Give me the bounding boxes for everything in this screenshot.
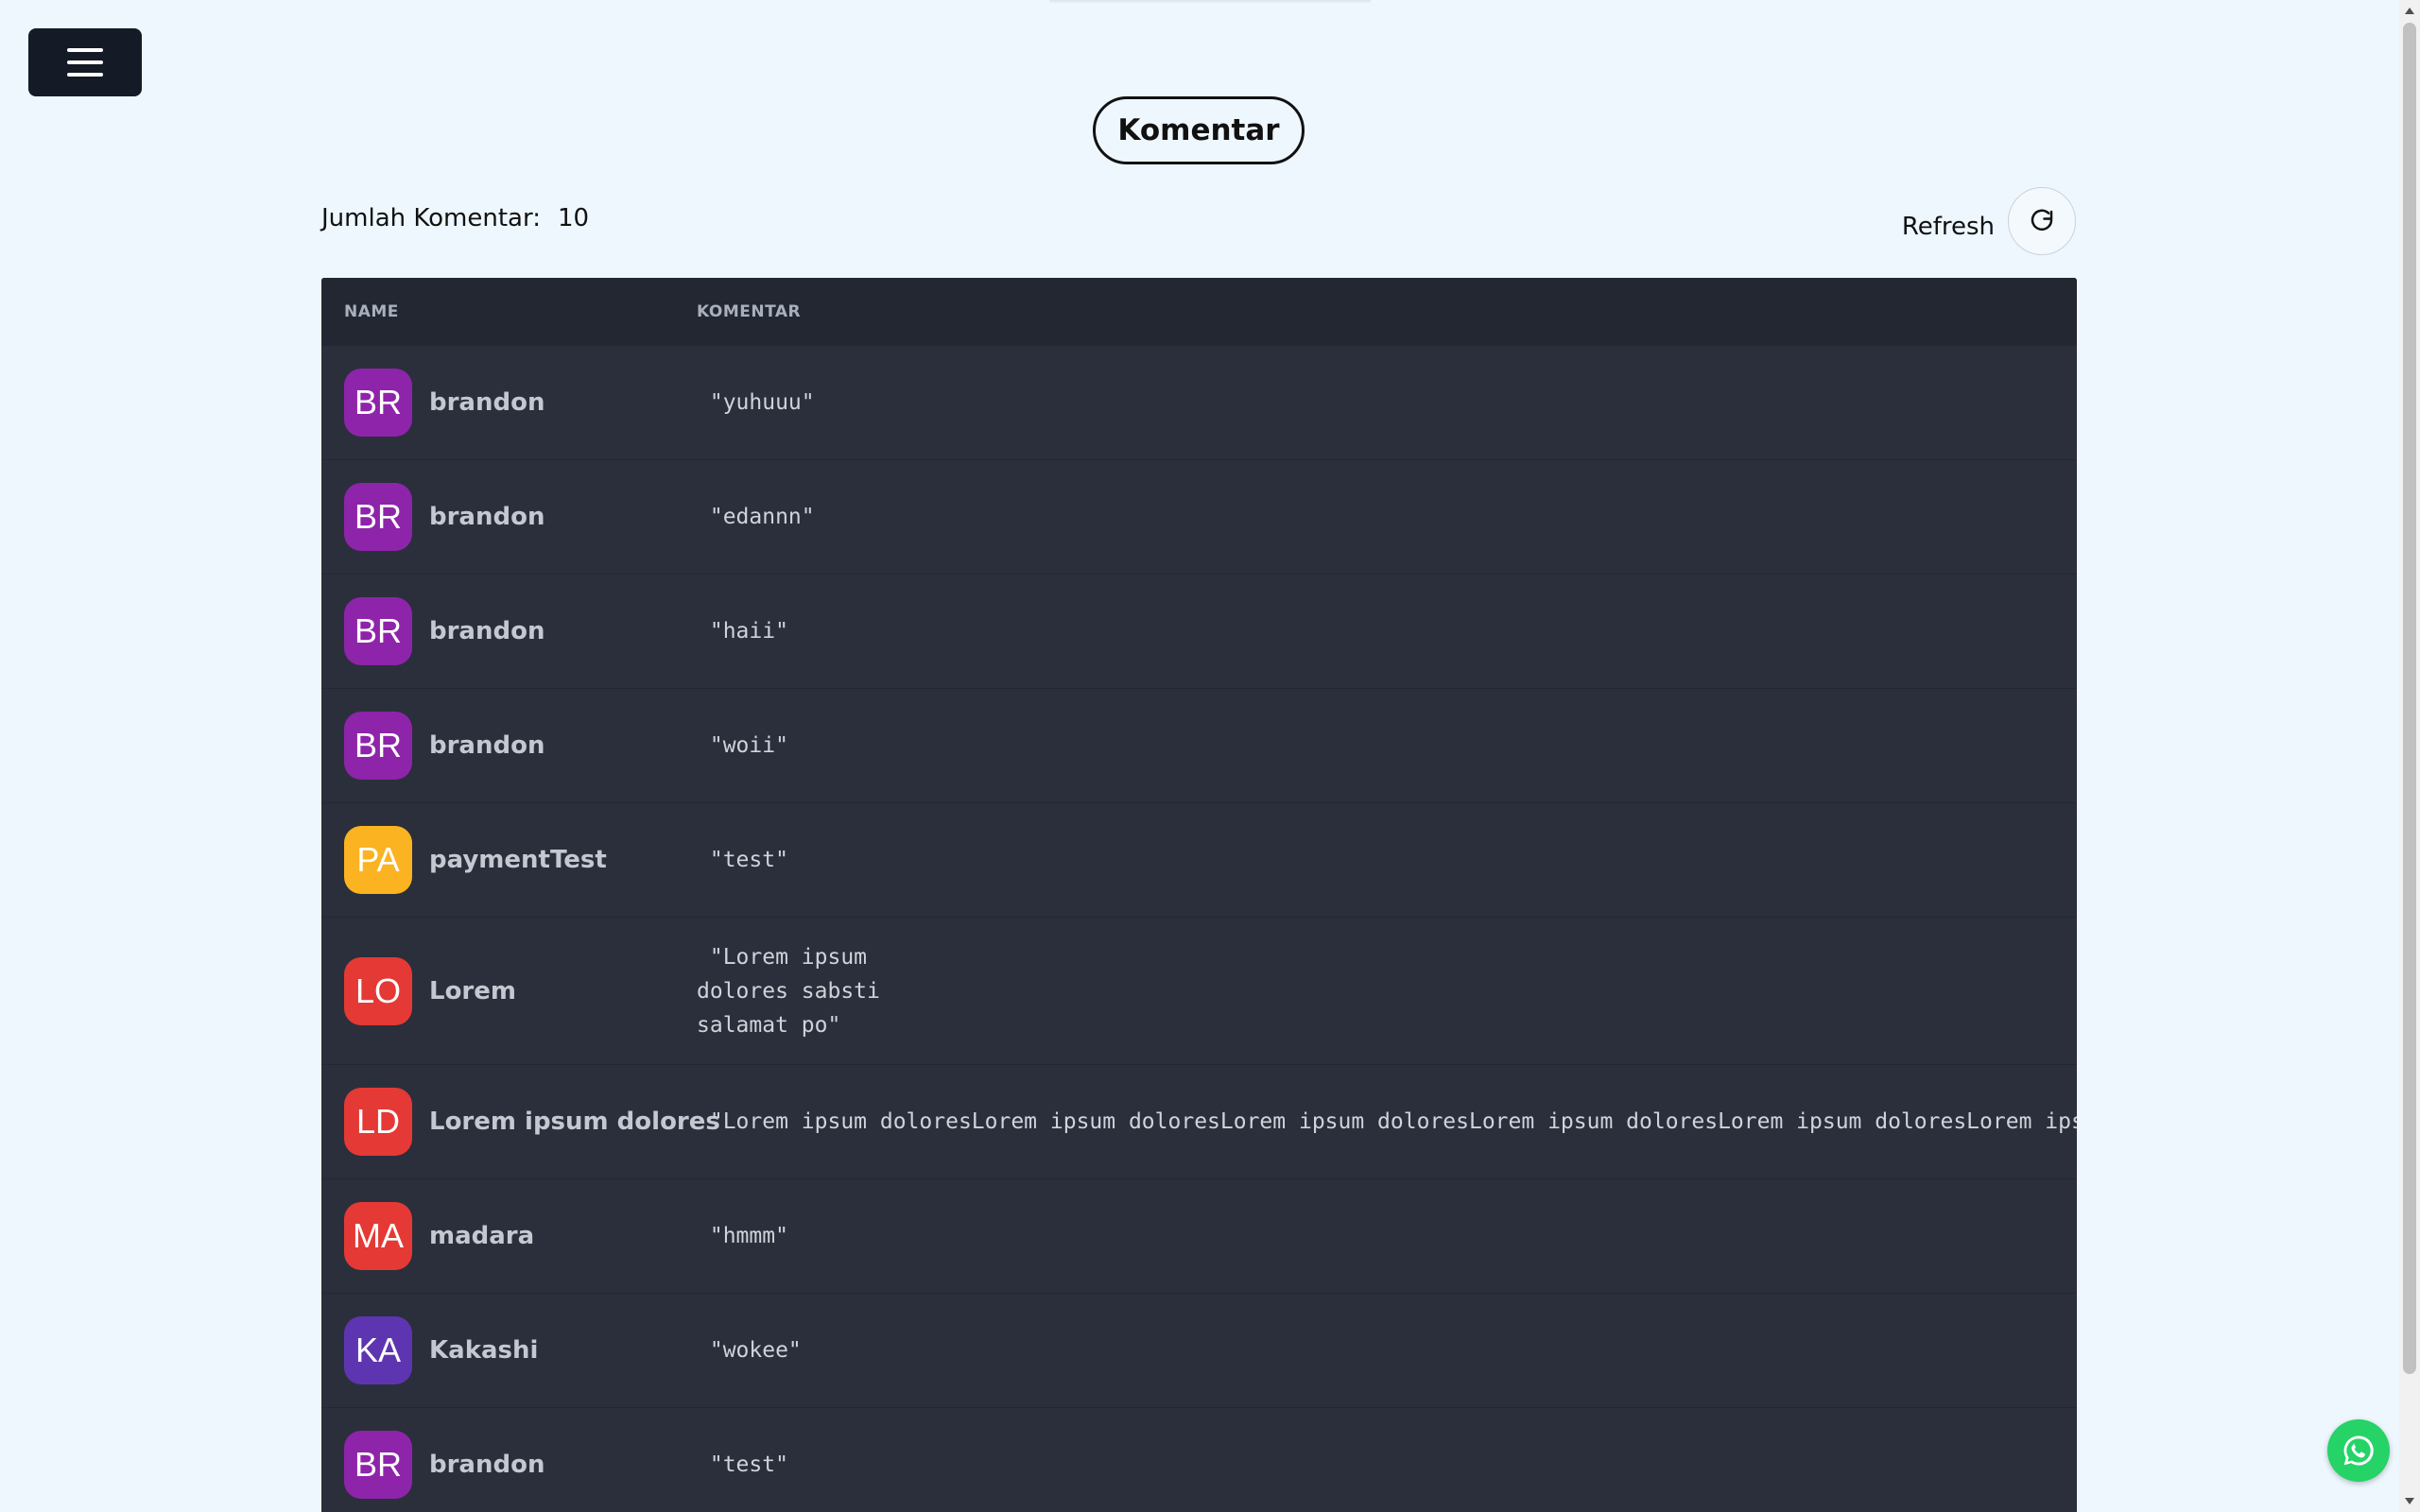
name-cell: PA paymentTest (321, 826, 693, 894)
user-name: Lorem ipsum dolores (429, 1108, 720, 1136)
avatar: PA (344, 826, 412, 894)
whatsapp-button[interactable] (2327, 1419, 2390, 1482)
name-cell: BR brandon (321, 483, 693, 551)
table-row: PA paymentTest "test" (321, 803, 2077, 918)
user-name: Lorem (429, 976, 516, 1005)
name-cell: KA Kakashi (321, 1316, 693, 1384)
menu-button[interactable] (28, 28, 142, 96)
name-cell: MA madara (321, 1202, 693, 1270)
name-cell: BR brandon (321, 712, 693, 780)
comment-cell: "Lorem ipsum dolores sabsti salamat po" (697, 944, 880, 1038)
table-row: BR brandon "yuhuuu" (321, 346, 2077, 460)
user-name: brandon (429, 617, 545, 645)
table-row: BR brandon "haii" (321, 575, 2077, 689)
page-scrollbar[interactable] (2399, 0, 2420, 1512)
avatar: BR (344, 369, 412, 437)
comment-cell: "yuhuuu" (697, 390, 815, 415)
avatar: BR (344, 483, 412, 551)
table-row: LO Lorem "Lorem ipsum dolores sabsti sala… (321, 918, 2077, 1065)
avatar: BR (344, 712, 412, 780)
comment-cell: "haii" (697, 619, 788, 644)
table-row: KA Kakashi "wokee" (321, 1294, 2077, 1408)
table-row: BR brandon "test" (321, 1408, 2077, 1512)
user-name: brandon (429, 388, 545, 417)
user-name: brandon (429, 731, 545, 760)
refresh-group: Refresh (1902, 187, 2076, 255)
user-name: brandon (429, 1451, 545, 1479)
comment-cell: "hmmm" (697, 1224, 788, 1248)
name-cell: LO Lorem (321, 956, 693, 1025)
avatar: LO (344, 956, 412, 1025)
comment-cell: "woii" (697, 733, 788, 758)
whatsapp-icon (2343, 1435, 2374, 1466)
top-dropdown-shadow (1049, 0, 1371, 4)
name-cell: BR brandon (321, 369, 693, 437)
scroll-down-arrow[interactable] (2405, 1498, 2414, 1504)
column-header-komentar: KOMENTAR (697, 302, 802, 321)
table-row: BR brandon "edannn" (321, 460, 2077, 575)
comment-cell: "test" (697, 848, 788, 872)
avatar: LD (344, 1088, 412, 1156)
table-row: MA madara "hmmm" (321, 1179, 2077, 1294)
page-title: Komentar (1093, 96, 1305, 164)
table-header: NAME KOMENTAR (321, 278, 2077, 346)
avatar: MA (344, 1202, 412, 1270)
user-name: Kakashi (429, 1336, 539, 1365)
comment-cell: "wokee" (697, 1338, 802, 1363)
scrollbar-thumb[interactable] (2403, 23, 2416, 1374)
comments-table: NAME KOMENTAR BR brandon "yuhuuu" BR brando… (321, 278, 2077, 1512)
comment-cell: "test" (697, 1452, 788, 1477)
comment-count: Jumlah Komentar: 10 (321, 204, 589, 232)
user-name: brandon (429, 503, 545, 531)
refresh-button[interactable] (2008, 187, 2076, 255)
avatar: BR (344, 597, 412, 665)
comment-cell: "edannn" (697, 505, 815, 529)
comment-count-label: Jumlah Komentar: (321, 204, 541, 232)
table-body: BR brandon "yuhuuu" BR brandon "edannn" BR br… (321, 346, 2077, 1512)
scroll-up-arrow[interactable] (2405, 8, 2414, 14)
refresh-icon (2031, 209, 2053, 231)
name-cell: LD Lorem ipsum dolores (321, 1088, 720, 1156)
table-row: BR brandon "woii" (321, 689, 2077, 803)
refresh-label: Refresh (1901, 213, 1995, 241)
avatar: KA (344, 1316, 412, 1384)
avatar: BR (344, 1431, 412, 1499)
hamburger-icon (67, 48, 103, 52)
user-name: paymentTest (429, 846, 607, 874)
user-name: madara (429, 1222, 535, 1250)
table-row: LD Lorem ipsum dolores "Lorem ipsum dolor… (321, 1065, 2077, 1179)
column-header-name: NAME (344, 302, 399, 321)
name-cell: BR brandon (321, 597, 693, 665)
comment-count-value: 10 (557, 204, 590, 232)
comment-cell: "Lorem ipsum doloresLorem ipsum doloresL… (697, 1109, 2077, 1134)
name-cell: BR brandon (321, 1431, 693, 1499)
